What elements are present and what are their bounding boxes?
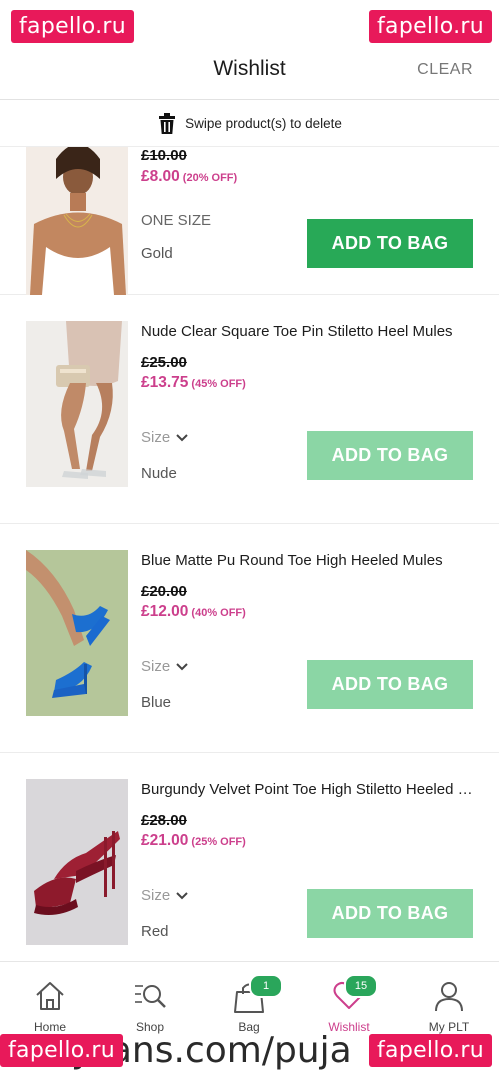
wishlist-item[interactable]: Nude Clear Square Toe Pin Stiletto Heel … — [0, 295, 499, 524]
sale-price-value: £13.75 — [141, 374, 189, 391]
chevron-down-icon — [176, 891, 188, 900]
product-image[interactable] — [26, 550, 128, 716]
color-label: Nude — [141, 465, 177, 482]
discount-label: (20% OFF) — [182, 172, 238, 184]
add-to-bag-button[interactable]: ADD TO BAG — [307, 889, 473, 938]
sale-price-value: £12.00 — [141, 603, 189, 620]
watermark-badge: fapello.ru — [0, 1034, 124, 1067]
original-price: £28.00 — [141, 812, 187, 829]
user-icon — [433, 980, 465, 1017]
watermark-badge: fapello.ru — [369, 1034, 493, 1067]
sale-price: £12.00 (40% OFF) — [141, 603, 246, 621]
discount-label: (25% OFF) — [191, 836, 246, 848]
watermark-badge: fapello.ru — [369, 10, 493, 43]
product-name[interactable]: Blue Matte Pu Round Toe High Heeled Mule… — [141, 552, 477, 569]
swipe-hint: Swipe product(s) to delete — [0, 101, 499, 147]
home-icon — [34, 980, 66, 1017]
color-label: Gold — [141, 245, 173, 262]
trash-icon — [157, 112, 177, 135]
product-name[interactable]: Burgundy Velvet Point Toe High Stiletto … — [141, 781, 477, 798]
product-image[interactable] — [26, 779, 128, 945]
original-price: £10.00 — [141, 147, 187, 164]
product-image[interactable] — [26, 321, 128, 487]
sale-price-value: £21.00 — [141, 832, 189, 849]
size-label: ONE SIZE — [141, 212, 212, 229]
clear-button[interactable]: CLEAR — [417, 61, 473, 79]
wishlist-count-badge: 15 — [344, 974, 378, 998]
watermark-badge: fapello.ru — [11, 10, 135, 43]
size-selector-label: Size — [141, 429, 171, 446]
size-selector-label: Size — [141, 658, 171, 675]
wishlist-item[interactable]: £10.00 £8.00 (20% OFF) ONE SIZE Gold ADD … — [0, 147, 499, 295]
sale-price-value: £8.00 — [141, 168, 180, 185]
bag-count-badge: 1 — [249, 974, 283, 998]
header: Wishlist CLEAR — [0, 40, 499, 100]
product-name[interactable]: Nude Clear Square Toe Pin Stiletto Heel … — [141, 323, 477, 340]
sale-price: £13.75 (45% OFF) — [141, 374, 246, 392]
size-selector[interactable]: Size — [141, 429, 188, 446]
sale-price: £8.00 (20% OFF) — [141, 168, 237, 186]
original-price: £20.00 — [141, 583, 187, 600]
size-selector[interactable]: Size — [141, 658, 188, 675]
product-image[interactable] — [26, 147, 128, 295]
discount-label: (45% OFF) — [191, 378, 246, 390]
size-selector[interactable]: Size — [141, 887, 188, 904]
size-selector-label: Size — [141, 887, 171, 904]
color-label: Blue — [141, 694, 172, 711]
search-list-icon — [133, 980, 167, 1017]
wishlist-item[interactable]: Blue Matte Pu Round Toe High Heeled Mule… — [0, 524, 499, 753]
swipe-hint-text: Swipe product(s) to delete — [185, 116, 342, 131]
original-price: £25.00 — [141, 354, 187, 371]
sale-price: £21.00 (25% OFF) — [141, 832, 246, 850]
add-to-bag-button[interactable]: ADD TO BAG — [307, 660, 473, 709]
add-to-bag-button[interactable]: ADD TO BAG — [307, 219, 473, 268]
discount-label: (40% OFF) — [191, 607, 246, 619]
chevron-down-icon — [176, 662, 188, 671]
wishlist-item[interactable]: Burgundy Velvet Point Toe High Stiletto … — [0, 753, 499, 960]
chevron-down-icon — [176, 433, 188, 442]
wishlist-list[interactable]: £10.00 £8.00 (20% OFF) ONE SIZE Gold ADD … — [0, 147, 499, 960]
add-to-bag-button[interactable]: ADD TO BAG — [307, 431, 473, 480]
color-label: Red — [141, 923, 169, 940]
